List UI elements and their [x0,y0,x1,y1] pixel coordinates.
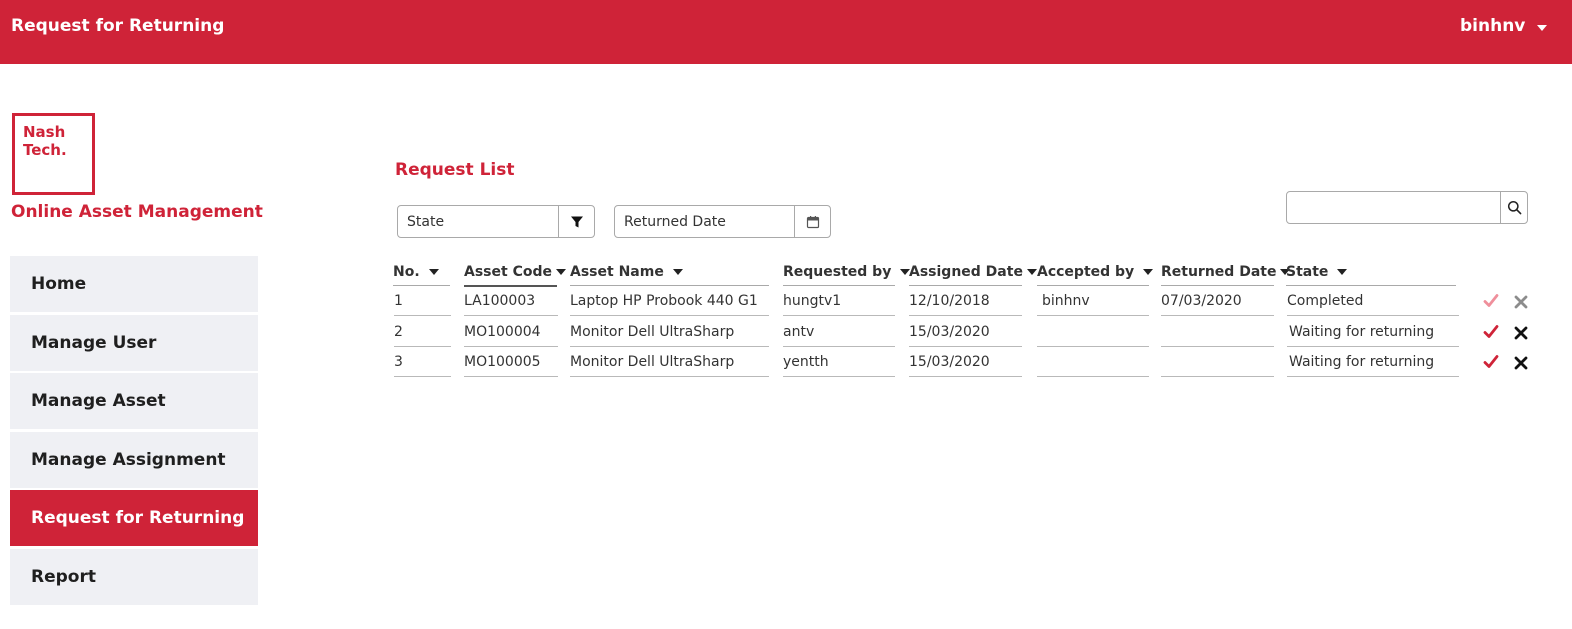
column-header-divider [1286,285,1456,286]
returned-date-filter-label: Returned Date [624,213,726,230]
column-header-accepted-by[interactable]: Accepted by [1037,264,1154,280]
cell-underline [570,346,769,347]
cell-underline [783,376,895,377]
cell-underline [464,315,558,316]
chevron-down-icon [1537,24,1548,31]
cell-underline [394,376,451,377]
state-filter-label: State [407,213,445,230]
search-icon[interactable] [1500,192,1527,223]
check-icon[interactable] [1481,322,1501,342]
cell-assigned-date: 15/03/2020 [909,354,990,370]
column-header-state[interactable]: State [1286,264,1348,280]
column-header-no[interactable]: No. [393,264,439,280]
cell-asset-name: Laptop HP Probook 440 G1 [570,293,758,309]
cell-underline [783,346,895,347]
column-header-divider [570,285,769,286]
cell-asset-name: Monitor Dell UltraSharp [570,324,735,340]
calendar-icon[interactable] [794,206,830,237]
sidebar-item-manage-user[interactable]: Manage User [10,314,258,371]
cell-underline [570,376,769,377]
sidebar: Home Manage User Manage Asset Manage Ass… [10,256,258,607]
column-header-assigned-date[interactable]: Assigned Date [909,264,1037,280]
close-icon[interactable] [1511,323,1531,343]
sort-caret-icon [555,269,566,275]
close-icon [1511,292,1531,312]
cell-underline [464,346,558,347]
cell-state: Waiting for returning [1289,354,1435,370]
column-header-returned-date[interactable]: Returned Date [1161,264,1291,280]
cell-state: Completed [1287,293,1364,309]
cell-underline [1287,376,1459,377]
cell-underline [394,315,451,316]
cell-underline [909,315,1022,316]
cell-returned-date: 07/03/2020 [1161,293,1242,309]
column-header-divider [1161,285,1274,286]
cell-underline [909,376,1022,377]
cell-underline [1161,376,1274,377]
returned-date-filter[interactable]: Returned Date [614,205,831,238]
cell-asset-code: MO100004 [464,324,541,340]
cell-underline [1037,315,1149,316]
logo-text: Nash Tech. [23,123,67,159]
sort-caret-icon [1143,269,1154,275]
cell-assigned-date: 12/10/2018 [909,293,990,309]
cell-assigned-date: 15/03/2020 [909,324,990,340]
column-header-divider [464,285,557,287]
column-header-divider [393,285,450,286]
sort-caret-icon [1026,269,1037,275]
cell-asset-code: LA100003 [464,293,536,309]
check-icon [1481,291,1501,311]
cell-requested-by: hungtv1 [783,293,842,309]
cell-no: 3 [394,354,403,370]
cell-asset-code: MO100005 [464,354,541,370]
sidebar-item-manage-asset[interactable]: Manage Asset [10,373,258,429]
filter-icon[interactable] [558,206,594,237]
cell-underline [1037,376,1149,377]
check-icon[interactable] [1481,352,1501,372]
user-name: binhnv [1460,16,1526,36]
sidebar-item-manage-assignment[interactable]: Manage Assignment [10,431,258,488]
cell-underline [1287,346,1459,347]
column-header-requested-by[interactable]: Requested by [783,264,911,280]
top-bar: Request for Returning binhnv [0,0,1572,64]
sort-caret-icon [672,269,683,275]
cell-accepted-by: binhnv [1042,293,1090,309]
search-box [1286,191,1528,224]
sidebar-item-request-for-returning[interactable]: Request for Returning [10,490,258,546]
column-header-divider [783,285,895,286]
app-name: Online Asset Management [11,202,263,222]
close-icon[interactable] [1511,353,1531,373]
cell-underline [1037,346,1149,347]
page-title: Request List [395,160,515,180]
sort-caret-icon [428,269,439,275]
cell-state: Waiting for returning [1289,324,1435,340]
cell-asset-name: Monitor Dell UltraSharp [570,354,735,370]
search-input[interactable] [1287,192,1500,223]
column-header-asset-name[interactable]: Asset Name [570,264,683,280]
cell-underline [1161,315,1274,316]
cell-no: 2 [394,324,403,340]
sort-caret-icon [1337,269,1348,275]
column-header-divider [909,285,1022,286]
cell-underline [909,346,1022,347]
column-header-divider [1037,285,1149,286]
nashtech-logo: Nash Tech. [12,113,95,195]
page-header-title: Request for Returning [11,16,225,36]
sidebar-item-home[interactable]: Home [10,256,258,312]
sidebar-item-report[interactable]: Report [10,548,258,605]
cell-no: 1 [394,293,403,309]
cell-requested-by: yentth [783,354,829,370]
state-filter[interactable]: State [397,205,595,238]
user-menu[interactable]: binhnv [1460,16,1548,36]
cell-underline [783,315,895,316]
cell-underline [464,376,558,377]
cell-underline [1161,346,1274,347]
cell-underline [394,346,451,347]
cell-underline [1287,315,1459,316]
column-header-asset-code[interactable]: Asset Code [464,264,566,280]
cell-requested-by: antv [783,324,815,340]
cell-underline [570,315,769,316]
